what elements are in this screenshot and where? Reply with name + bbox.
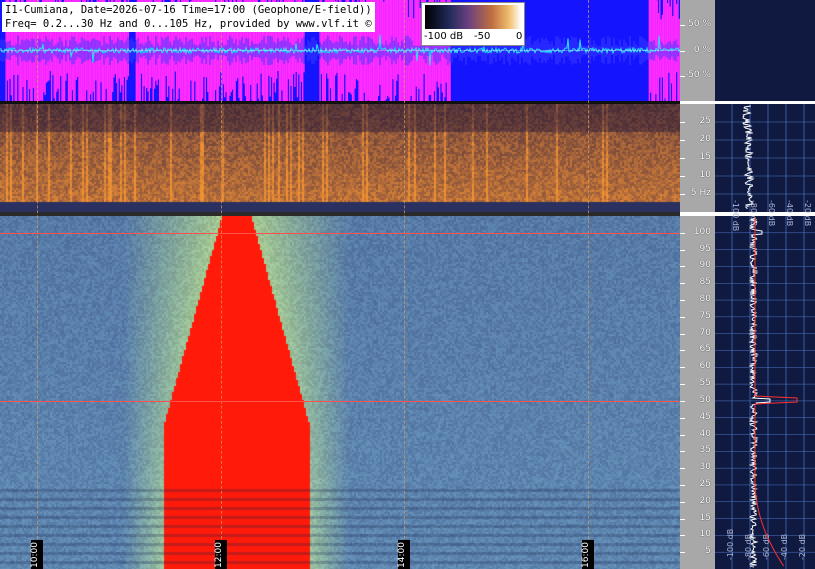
axis-tick bbox=[680, 518, 685, 520]
axis-tick bbox=[680, 194, 685, 195]
axis-tick bbox=[680, 451, 685, 453]
title-box: I1-Cumiana, Date=2026-07-16 Time=17:00 (… bbox=[2, 2, 375, 32]
axis-tick-label: 25 bbox=[699, 116, 711, 126]
axis-tick bbox=[680, 140, 685, 141]
efield-y-axis: 100 95 90 85 80 75 70 65 60 55 50 45 40 35 30 25 20 15 10 5 bbox=[680, 216, 715, 569]
axis-tick-label: 20 bbox=[699, 495, 711, 506]
axis-tick-label: 20 bbox=[699, 134, 711, 144]
axis-tick-label: -50 % bbox=[684, 69, 711, 80]
geophone-spectrum-trace bbox=[742, 105, 755, 210]
axis-tick-label: 50 % bbox=[688, 19, 711, 30]
title-frequency-line: Freq= 0.2...30 Hz and 0...105 Hz, provid… bbox=[5, 18, 372, 30]
axis-tick bbox=[680, 367, 685, 369]
axis-tick-label: 45 bbox=[699, 411, 711, 422]
axis-tick bbox=[680, 484, 685, 486]
colorbar-max-label: 0 bbox=[516, 31, 523, 42]
colorbar-min-label: -100 dB bbox=[424, 31, 464, 42]
axis-tick-label: 30 bbox=[699, 462, 711, 473]
axis-tick bbox=[680, 300, 685, 302]
spectrum-db-tick: -40 dB bbox=[785, 200, 794, 226]
axis-tick bbox=[680, 50, 685, 52]
axis-tick bbox=[680, 468, 685, 470]
spectrum-db-tick: -100 dB bbox=[731, 200, 740, 231]
efield-spectrogram-canvas bbox=[0, 216, 680, 569]
axis-tick-label: 0 % bbox=[693, 44, 711, 55]
axis-tick-label: 70 bbox=[699, 327, 711, 338]
axis-tick-label: 25 bbox=[699, 478, 711, 489]
axis-tick-label: 65 bbox=[699, 344, 711, 355]
spectrum-db-tick: -40 dB bbox=[780, 534, 789, 560]
efield-average-trace bbox=[754, 218, 798, 567]
title-station-line: I1-Cumiana, Date=2026-07-16 Time=17:00 (… bbox=[5, 4, 372, 16]
axis-tick-label: 10 bbox=[699, 170, 711, 180]
axis-tick-label: 95 bbox=[699, 243, 711, 254]
vlf-monitor-screen: 10:00 12:00 14:00 16:00 I1-Cumiana, Date=20… bbox=[0, 0, 815, 569]
colorbar-legend: -100 dB -50 0 bbox=[421, 2, 525, 46]
axis-tick bbox=[680, 350, 685, 352]
axis-tick bbox=[680, 400, 685, 402]
colorbar-gradient bbox=[425, 5, 521, 29]
axis-tick bbox=[680, 384, 685, 386]
axis-tick bbox=[680, 552, 685, 554]
axis-tick bbox=[680, 158, 685, 159]
geophone-spectrogram-canvas bbox=[0, 104, 680, 212]
spectrum-db-tick: -20 dB bbox=[798, 534, 807, 560]
axis-tick-label: 80 bbox=[699, 294, 711, 305]
axis-tick bbox=[680, 316, 685, 318]
axis-tick-label: 15 bbox=[699, 512, 711, 523]
axis-tick-label: 90 bbox=[699, 260, 711, 271]
axis-tick-label: 15 bbox=[699, 152, 711, 162]
axis-tick bbox=[680, 122, 685, 123]
geophone-spectrogram bbox=[0, 104, 680, 212]
spectrum-grid bbox=[715, 104, 815, 569]
axis-tick bbox=[680, 283, 685, 285]
axis-tick bbox=[680, 333, 685, 335]
axis-tick-label: 10 bbox=[699, 529, 711, 540]
average-spectrum-panel: -100 dB -80 dB -60 dB -40 dB -20 dB -100 dB -8… bbox=[715, 0, 815, 569]
efield-spectrogram bbox=[0, 216, 680, 569]
axis-tick-label: 55 bbox=[699, 378, 711, 389]
axis-tick-label: 5 Hz bbox=[690, 188, 711, 198]
axis-tick-label: 100 bbox=[693, 226, 711, 237]
spectrum-db-tick: -20 dB bbox=[803, 200, 812, 226]
axis-tick-label: 50 bbox=[699, 394, 711, 405]
axis-tick bbox=[680, 434, 685, 436]
axis-tick-label: 60 bbox=[699, 361, 711, 372]
axis-tick bbox=[680, 535, 685, 537]
axis-tick bbox=[680, 501, 685, 503]
geophone-y-axis: 25 20 15 10 5 Hz bbox=[680, 104, 715, 212]
axis-tick-label: 35 bbox=[699, 445, 711, 456]
spectrum-db-tick: -100 dB bbox=[726, 529, 735, 560]
axis-tick bbox=[680, 232, 685, 234]
axis-tick-label: 5 bbox=[705, 546, 711, 557]
axis-tick bbox=[680, 417, 685, 419]
axis-tick bbox=[680, 249, 685, 251]
colorbar-mid-label: -50 bbox=[474, 31, 491, 42]
average-spectrum-plot: -100 dB -80 dB -60 dB -40 dB -20 dB-100 dB -8… bbox=[715, 101, 815, 569]
waveform-y-axis: 50 % 0 % -50 % bbox=[680, 0, 715, 101]
axis-tick-label: 75 bbox=[699, 310, 711, 321]
axis-tick bbox=[680, 176, 685, 177]
spectrum-db-tick: -60 dB bbox=[762, 534, 771, 560]
axis-tick bbox=[680, 266, 685, 268]
spectrum-db-tick: -60 dB bbox=[767, 200, 776, 226]
axis-tick-label: 85 bbox=[699, 277, 711, 288]
axis-tick bbox=[680, 25, 685, 27]
axis-tick-label: 40 bbox=[699, 428, 711, 439]
